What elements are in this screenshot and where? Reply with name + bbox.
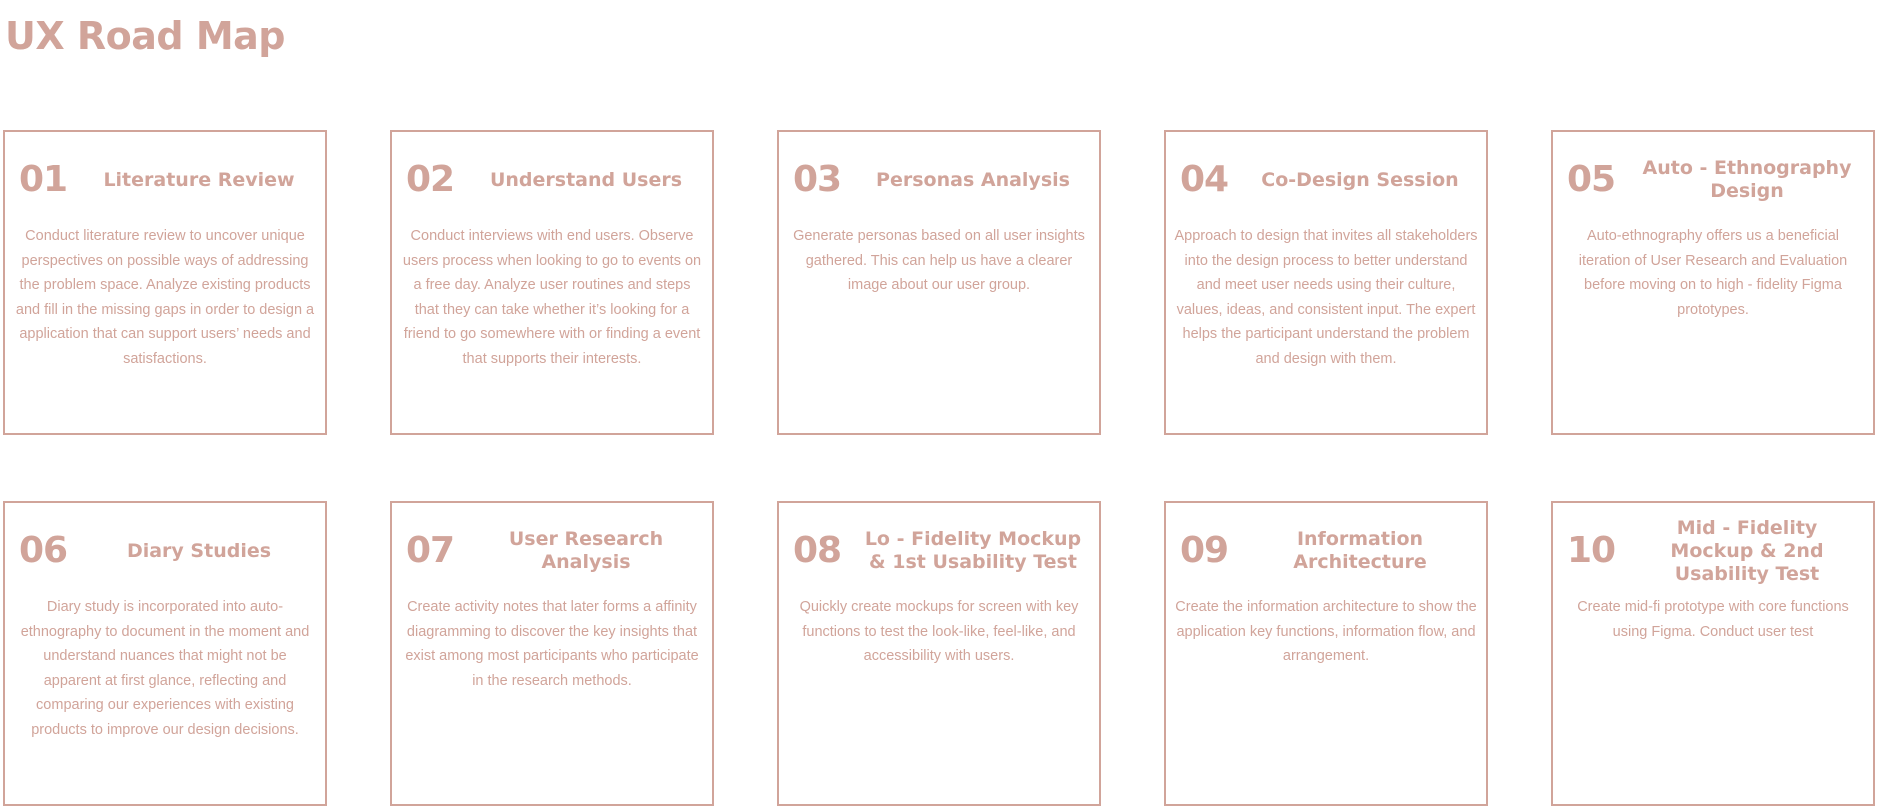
step-description: Auto-ethnography offers us a beneficial … — [1578, 228, 1848, 318]
card-header: 08 Lo - Fidelity Mockup & 1st Usability … — [793, 521, 1091, 581]
card-header: 07 User Research Analysis — [406, 521, 704, 581]
step-title: Mid - Fidelity Mockup & 2nd Usability Te… — [1670, 516, 1824, 585]
step-number: 10 — [1567, 530, 1616, 571]
card-header: 03 Personas Analysis — [793, 150, 1091, 210]
step-description: Approach to design that invites all stak… — [1174, 228, 1478, 367]
step-title: Lo - Fidelity Mockup & 1st Usability Tes… — [864, 528, 1082, 573]
roadmap-card-lo-fidelity-mockup: 08 Lo - Fidelity Mockup & 1st Usability … — [777, 501, 1101, 806]
roadmap-card-auto-ethnography-design: 05 Auto - Ethnography Design Auto-ethnog… — [1551, 130, 1875, 435]
step-number: 03 — [793, 159, 842, 200]
card-header: 04 Co-Design Session — [1180, 150, 1478, 210]
step-number: 07 — [406, 530, 455, 571]
roadmap-card-diary-studies: 06 Diary Studies Diary study is incorpor… — [3, 501, 327, 806]
step-title: Diary Studies — [126, 539, 272, 562]
step-description: Conduct interviews with end users. Obser… — [402, 228, 702, 367]
roadmap-card-user-research-analysis: 07 User Research Analysis Create activit… — [390, 501, 714, 806]
card-header: 06 Diary Studies — [19, 521, 317, 581]
page-title: UX Road Map — [5, 14, 285, 58]
step-number: 08 — [793, 530, 842, 571]
step-title: Personas Analysis — [876, 168, 1070, 191]
step-description: Create activity notes that later forms a… — [405, 599, 699, 689]
step-title: Co-Design Session — [1261, 168, 1459, 191]
roadmap-grid: 01 Literature Review Conduct literature … — [3, 130, 1877, 806]
step-description: Create the information architecture to s… — [1175, 599, 1477, 664]
step-number: 04 — [1180, 159, 1229, 200]
step-description: Diary study is incorporated into auto-et… — [20, 599, 310, 738]
card-header: 10 Mid - Fidelity Mockup & 2nd Usability… — [1567, 517, 1865, 585]
card-header: 02 Understand Users — [406, 150, 704, 210]
step-title: Understand Users — [489, 168, 683, 191]
step-description: Create mid-fi prototype with core functi… — [1577, 599, 1849, 640]
roadmap-card-personas-analysis: 03 Personas Analysis Generate personas b… — [777, 130, 1101, 435]
step-number: 06 — [19, 530, 68, 571]
step-number: 09 — [1180, 530, 1229, 571]
step-description: Generate personas based on all user insi… — [793, 228, 1085, 293]
step-title: Information Architecture — [1293, 528, 1427, 573]
step-title: Auto - Ethnography Design — [1642, 157, 1852, 202]
card-header: 01 Literature Review — [19, 150, 317, 210]
roadmap-card-information-architecture: 09 Information Architecture Create the i… — [1164, 501, 1488, 806]
roadmap-card-co-design-session: 04 Co-Design Session Approach to design … — [1164, 130, 1488, 435]
roadmap-card-mid-fidelity-mockup: 10 Mid - Fidelity Mockup & 2nd Usability… — [1551, 501, 1875, 806]
step-title: Literature Review — [103, 168, 295, 191]
step-title: User Research Analysis — [508, 528, 664, 573]
roadmap-card-understand-users: 02 Understand Users Conduct interviews w… — [390, 130, 714, 435]
roadmap-card-literature-review: 01 Literature Review Conduct literature … — [3, 130, 327, 435]
card-header: 09 Information Architecture — [1180, 521, 1478, 581]
step-number: 01 — [19, 159, 68, 200]
step-number: 05 — [1567, 159, 1616, 200]
card-header: 05 Auto - Ethnography Design — [1567, 150, 1865, 210]
step-description: Conduct literature review to uncover uni… — [15, 228, 315, 367]
step-number: 02 — [406, 159, 455, 200]
step-description: Quickly create mockups for screen with k… — [799, 599, 1079, 664]
